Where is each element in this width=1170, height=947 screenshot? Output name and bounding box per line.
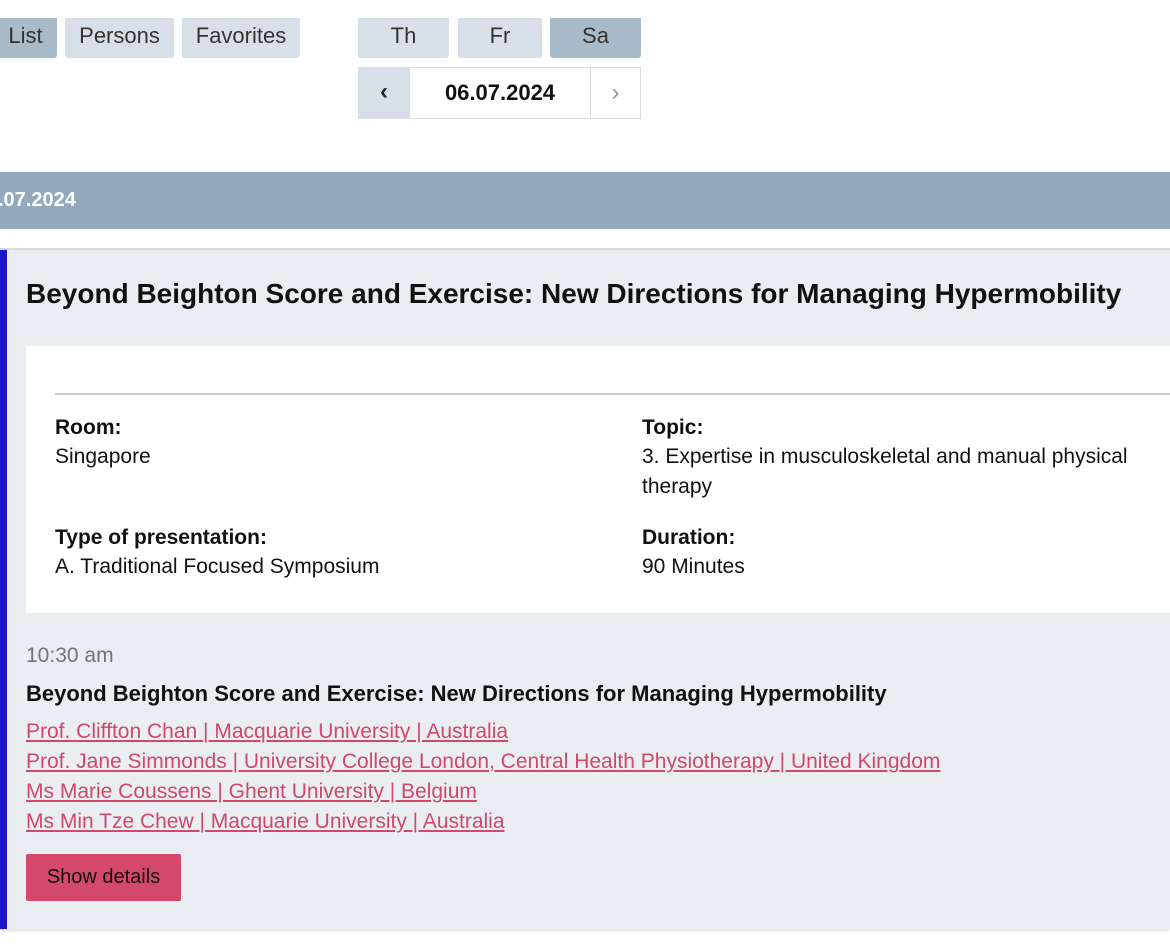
day-tab-friday[interactable]: Fr (458, 18, 542, 58)
show-details-button[interactable]: Show details (26, 854, 181, 901)
day-tab-friday-label: Fr (489, 23, 511, 48)
session-accent-bar (0, 250, 7, 929)
current-date-text: 06.07.2024 (444, 80, 556, 105)
session-title: Beyond Beighton Score and Exercise: New … (26, 278, 1122, 309)
presentation-type-label: Type of presentation: (55, 526, 267, 549)
info-divider (55, 393, 1170, 395)
tab-persons-label: Persons (79, 23, 160, 48)
day-tab-saturday-label: Sa (582, 23, 609, 48)
tab-list[interactable]: List (0, 18, 57, 58)
speaker-link[interactable]: Ms Min Tze Chew | Macquarie University |… (26, 810, 505, 834)
talk-time: 10:30 am (26, 644, 114, 667)
chevron-left-icon: ‹ (380, 78, 388, 105)
talk-title: Beyond Beighton Score and Exercise: New … (26, 681, 887, 706)
topic-value: 3. Expertise in musculoskeletal and manu… (642, 445, 1128, 498)
day-tab-saturday[interactable]: Sa (550, 18, 641, 58)
prev-day-button[interactable]: ‹ (358, 67, 410, 119)
duration-label: Duration: (642, 526, 736, 549)
tab-list-label: List (8, 23, 43, 48)
speaker-link[interactable]: Prof. Cliffton Chan | Macquarie Universi… (26, 720, 508, 744)
speaker-link[interactable]: Ms Marie Coussens | Ghent University | B… (26, 780, 477, 804)
chevron-right-icon: › (611, 79, 620, 106)
tab-favorites-label: Favorites (195, 23, 287, 48)
session-card: Beyond Beighton Score and Exercise: New … (0, 248, 1170, 929)
date-header-bar: .07.2024 (0, 172, 1170, 229)
current-date-display: 06.07.2024 (410, 67, 590, 119)
room-label: Room: (55, 416, 122, 439)
presentation-type-value: A. Traditional Focused Symposium (55, 555, 380, 578)
day-tab-thursday-label: Th (390, 23, 417, 48)
day-tab-thursday[interactable]: Th (358, 18, 449, 58)
show-details-label: Show details (46, 866, 161, 888)
date-header-text: .07.2024 (0, 189, 76, 211)
session-info-box: Room: Singapore Topic: 3. Expertise in m… (26, 346, 1170, 613)
room-value: Singapore (55, 445, 151, 468)
tab-persons[interactable]: Persons (65, 18, 174, 58)
topic-label: Topic: (642, 416, 704, 439)
speaker-link[interactable]: Prof. Jane Simmonds | University College… (26, 750, 940, 774)
tab-favorites[interactable]: Favorites (182, 18, 300, 58)
next-day-button[interactable]: › (590, 67, 641, 119)
duration-value: 90 Minutes (642, 555, 745, 578)
